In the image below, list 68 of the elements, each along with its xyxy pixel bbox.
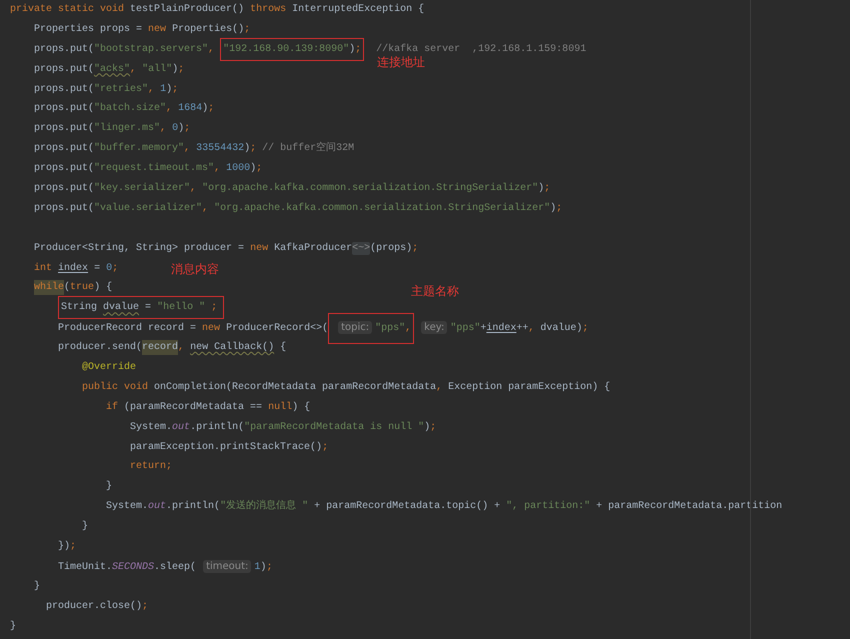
code-line: Properties props = new Properties(); bbox=[33, 24, 250, 35]
code-line: System.out.println("paramRecordMetadata is null "); bbox=[129, 422, 436, 433]
code-text: dvalue bbox=[103, 302, 140, 314]
annotation-label: 消息内容 bbox=[171, 262, 220, 276]
code-text: Producer<String, String> producer = bbox=[34, 242, 246, 254]
code-text: SECONDS bbox=[112, 562, 154, 573]
code-text: String bbox=[61, 302, 98, 314]
code-text: ; bbox=[412, 242, 418, 254]
code-text: ; bbox=[582, 323, 588, 334]
code-line: props.put("retries", 1); bbox=[33, 84, 178, 95]
code-line: } bbox=[33, 580, 40, 592]
code-text: KafkaProducer bbox=[274, 242, 352, 254]
code-text: ) bbox=[260, 562, 266, 573]
code-line: producer.send(record, new Callback() { bbox=[57, 340, 286, 356]
code-line: paramException.printStackTrace(); bbox=[129, 442, 328, 453]
code-text: new bbox=[202, 323, 222, 334]
code-text: props.put( bbox=[34, 44, 94, 55]
parameter-hint: topic: bbox=[338, 321, 372, 334]
code-line: while(true) { bbox=[33, 280, 112, 296]
code-line: props.put("linger.ms", 0); bbox=[33, 123, 190, 134]
code-line: System.out.println("发送的消息信息 " + paramRecordMetadata.topic() + ", partition:" + paramRecordMetadata.partition bbox=[105, 501, 782, 512]
code-line: return; bbox=[129, 461, 172, 472]
code-text: TimeUnit. bbox=[58, 562, 112, 573]
code-line: if (paramRecordMetadata == null) { bbox=[105, 402, 310, 413]
annotation-label: 主题名称 bbox=[411, 284, 460, 298]
code-text: , bbox=[405, 323, 412, 334]
code-line: props.put("request.timeout.ms", 1000); bbox=[33, 163, 262, 174]
code-line: }); bbox=[57, 541, 76, 552]
code-line: } bbox=[81, 521, 88, 532]
annotation-label: 连接地址 bbox=[377, 54, 426, 69]
code-text: ; bbox=[266, 562, 272, 573]
code-line: props.put("batch.size", 1684); bbox=[33, 103, 214, 114]
code-text: = bbox=[144, 302, 152, 314]
code-text: "hello " bbox=[157, 302, 206, 314]
code-text: dvalue) bbox=[540, 323, 582, 334]
code-text: "bootstrap.servers" bbox=[94, 44, 208, 55]
parameter-hint: timeout: bbox=[203, 560, 252, 573]
code-text: , bbox=[528, 323, 536, 334]
code-line: props.put("value.serializer", "org.apache.kafka.common.serialization.StringSerializer"); bbox=[33, 202, 562, 214]
code-line: props.put("key.serializer", "org.apache.kafka.common.serialization.StringSerializer"); bbox=[33, 183, 550, 194]
code-text: ; bbox=[355, 44, 362, 55]
code-text: //kafka server ,192.168.1.159:8091 bbox=[376, 44, 586, 55]
code-line: props.put("buffer.memory", 33554432); // buffer空间32M bbox=[33, 143, 354, 154]
folded-code: <~> bbox=[352, 242, 370, 255]
code-line: private static void testPlainProducer() throws InterruptedException { bbox=[10, 4, 424, 15]
code-text: "pps" bbox=[450, 323, 480, 334]
code-text: (props) bbox=[370, 242, 412, 254]
code-line: int index = 0; bbox=[33, 262, 118, 274]
code-line: public void onCompletion(RecordMetadata paramRecordMetadata, Exception paramException) { bbox=[81, 382, 610, 393]
code-text: .sleep( bbox=[154, 562, 196, 573]
code-text: "pps" bbox=[375, 323, 406, 334]
code-text: "192.168.90.139:8090" bbox=[223, 44, 350, 55]
code-text: ) bbox=[349, 44, 356, 55]
code-text: new bbox=[250, 242, 270, 254]
parameter-hint: key: bbox=[421, 321, 448, 334]
code-text: ++ bbox=[516, 323, 528, 334]
code-text: ProducerRecord record = bbox=[58, 323, 198, 334]
code-line: } bbox=[10, 620, 16, 632]
code-text: + bbox=[480, 323, 486, 334]
code-line: props.put("acks", "all"); bbox=[33, 64, 184, 75]
code-text: ; bbox=[210, 302, 218, 314]
code-line: @Override bbox=[81, 362, 136, 374]
code-text: index bbox=[486, 323, 516, 334]
code-line: } bbox=[105, 481, 112, 492]
code-text: 1 bbox=[254, 562, 260, 573]
code-text: ProducerRecord<>( bbox=[226, 323, 328, 334]
code-text: , bbox=[208, 44, 216, 55]
code-line: producer.close(); bbox=[45, 600, 148, 612]
